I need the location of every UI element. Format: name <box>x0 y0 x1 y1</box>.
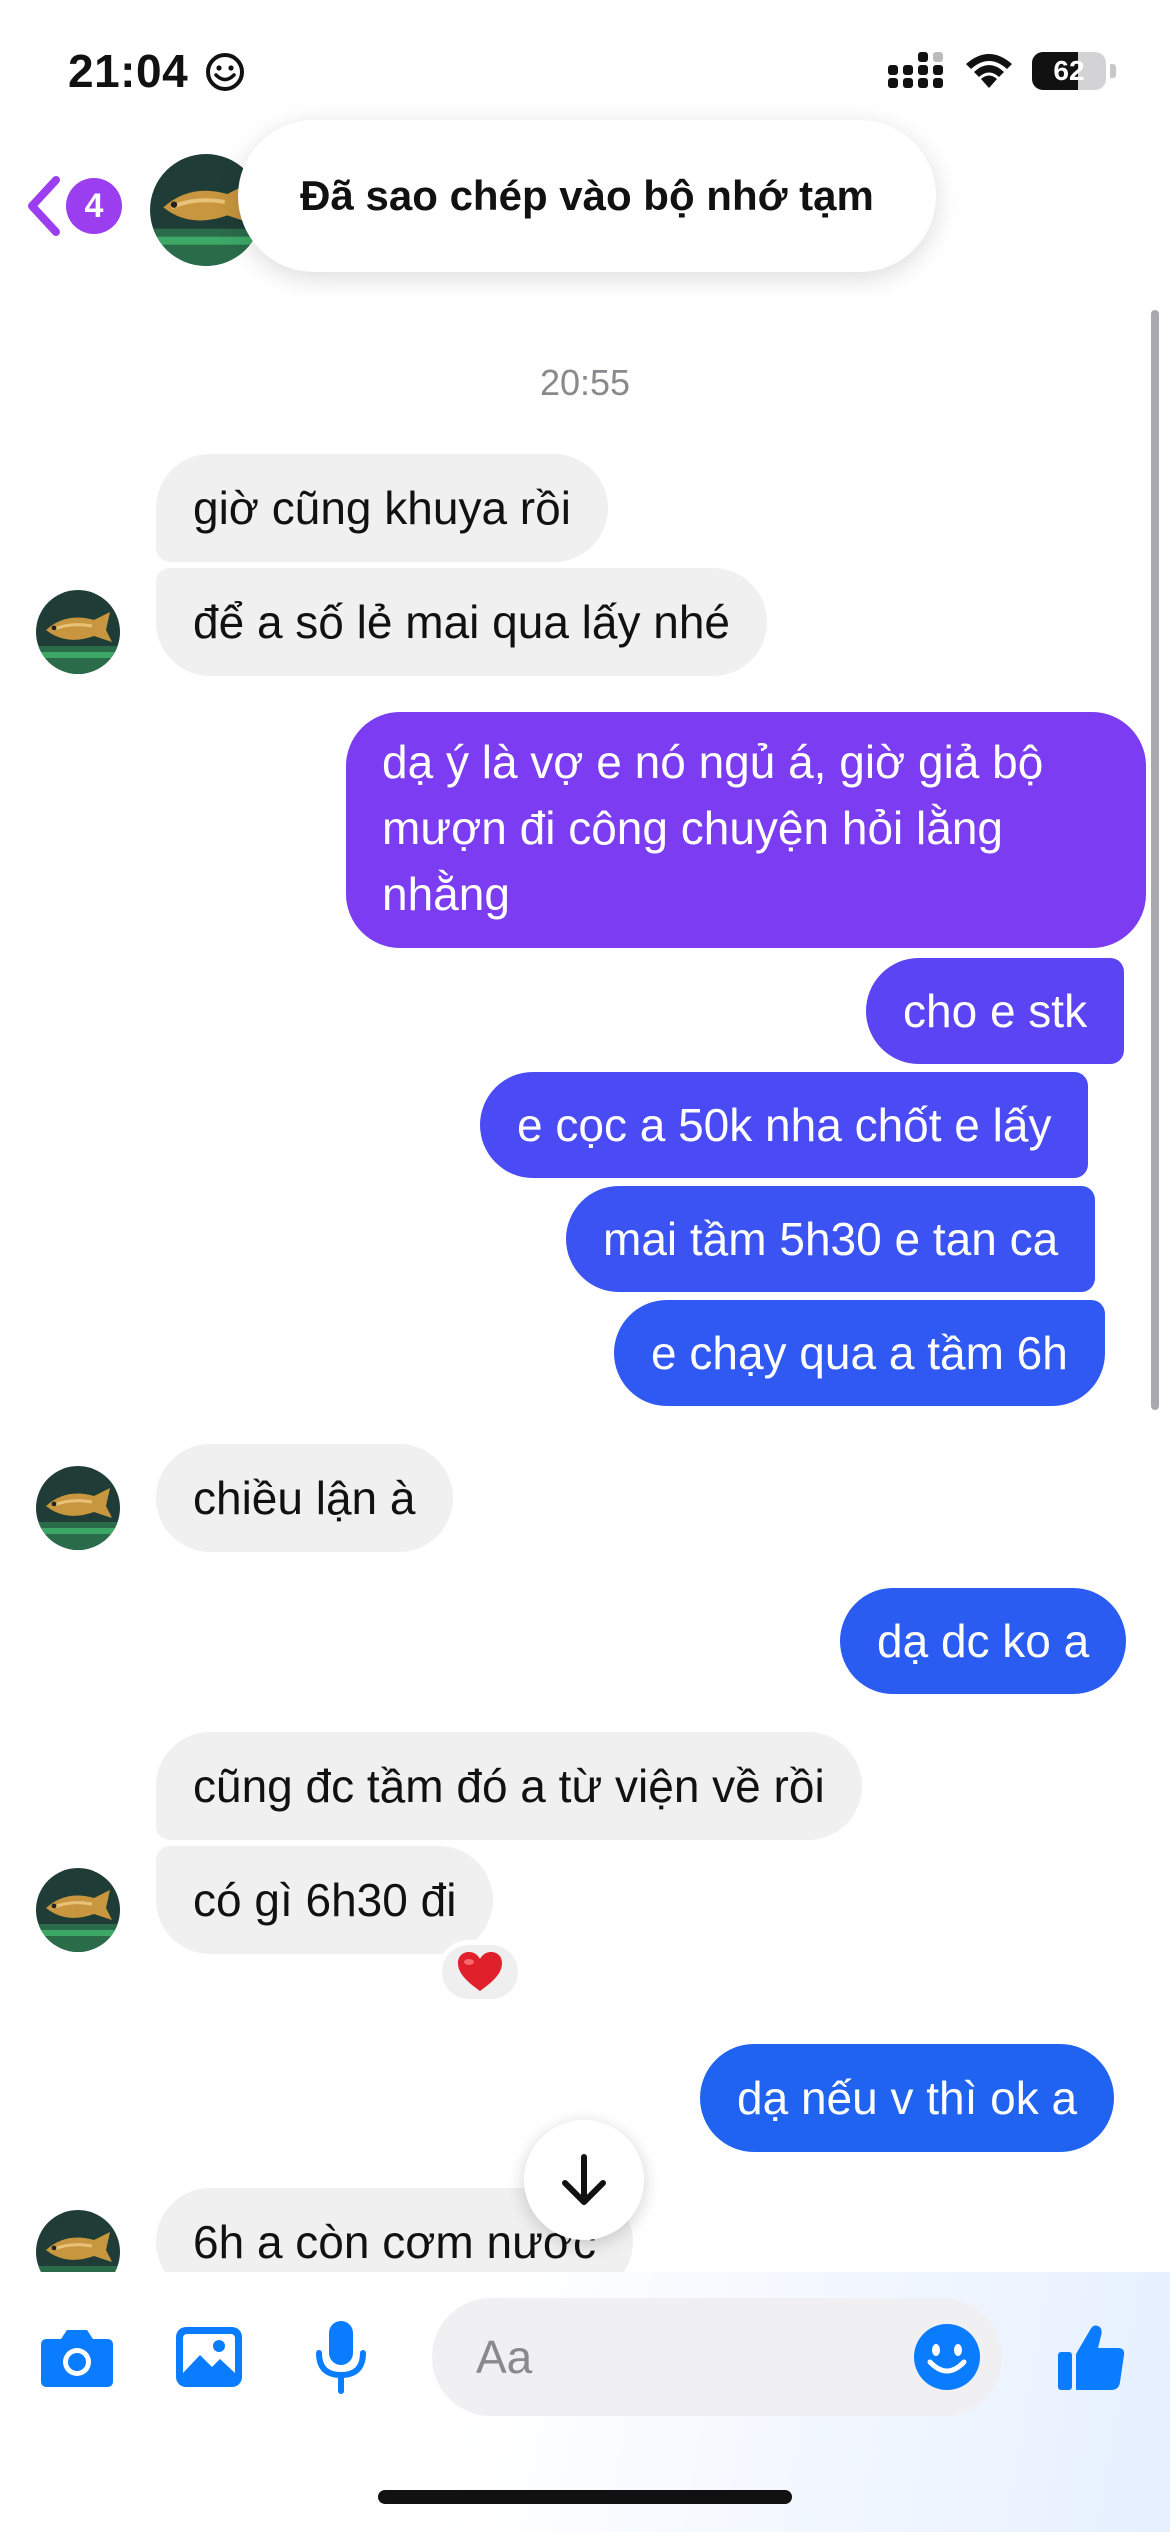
image-icon <box>176 2327 242 2387</box>
outgoing-message[interactable]: dạ nếu v thì ok a <box>700 2044 1115 2152</box>
unread-count-badge: 4 <box>66 178 122 234</box>
scroll-to-bottom-button[interactable] <box>524 2120 644 2240</box>
smiley-status-icon <box>206 53 244 91</box>
message-text: 6h a còn cơm nước <box>193 2216 597 2268</box>
message-text: có gì 6h30 đi <box>193 1874 457 1926</box>
message-text: e cọc a 50k nha chốt e lấy <box>517 1099 1052 1151</box>
message-text: dạ dc ko a <box>877 1615 1090 1667</box>
incoming-message[interactable]: cũng đc tầm đó a từ viện về rồi <box>156 1732 862 1840</box>
message-text-line: nhằng <box>382 868 510 920</box>
gallery-button[interactable] <box>164 2312 254 2402</box>
camera-button[interactable] <box>32 2312 122 2402</box>
outgoing-message[interactable]: mai tầm 5h30 e tan ca <box>566 1186 1096 1292</box>
message-text-line: dạ ý là vợ e nó ngủ á, giờ giả bộ <box>382 736 1043 788</box>
message-text: giờ cũng khuya rồi <box>193 482 571 534</box>
back-button[interactable]: 4 <box>24 174 122 238</box>
incoming-message[interactable]: có gì 6h30 đi <box>156 1846 494 1954</box>
chevron-left-icon <box>28 176 60 236</box>
emoji-icon[interactable] <box>912 2322 982 2392</box>
message-timestamp: 20:55 <box>539 362 631 403</box>
contact-avatar-small[interactable] <box>36 1868 120 1952</box>
outgoing-message[interactable]: e chạy qua a tầm 6h <box>614 1300 1105 1406</box>
voice-message-button[interactable] <box>296 2312 386 2402</box>
incoming-message[interactable]: để a số lẻ mai qua lấy nhé <box>156 568 768 676</box>
status-time: 21:04 <box>68 45 189 97</box>
battery-icon: 62 <box>1032 52 1106 90</box>
message-input[interactable] <box>476 2298 876 2416</box>
battery-cap <box>1110 64 1116 78</box>
message-text: mai tầm 5h30 e tan ca <box>603 1213 1059 1265</box>
message-text: để a số lẻ mai qua lấy nhé <box>193 596 731 648</box>
outgoing-message[interactable]: dạ dc ko a <box>840 1588 1127 1694</box>
message-input-container <box>432 2298 1002 2416</box>
message-text-line: mượn đi công chuyện hỏi lằng <box>382 802 1003 854</box>
outgoing-message[interactable]: dạ ý là vợ e nó ngủ á, giờ giả bộ mượn đ… <box>346 712 1146 948</box>
status-indicators: 62 <box>888 52 1116 90</box>
microphone-icon <box>316 2321 366 2394</box>
like-button[interactable] <box>1046 2312 1136 2402</box>
message-text: dạ nếu v thì ok a <box>737 2072 1078 2124</box>
home-indicator[interactable] <box>378 2490 792 2504</box>
outgoing-message[interactable]: e cọc a 50k nha chốt e lấy <box>480 1072 1089 1178</box>
camera-icon <box>41 2330 113 2387</box>
message-text: cũng đc tầm đó a từ viện về rồi <box>193 1760 825 1812</box>
cellular-signal-icon <box>888 52 943 88</box>
incoming-message[interactable]: giờ cũng khuya rồi <box>156 454 608 562</box>
message-reaction[interactable] <box>437 1940 523 2004</box>
battery-level: 62 <box>1053 55 1085 86</box>
message-text: e chạy qua a tầm 6h <box>651 1327 1068 1379</box>
arrow-down-icon <box>562 2154 606 2205</box>
contact-avatar-small[interactable] <box>36 1466 120 1550</box>
scrollbar[interactable] <box>1151 310 1159 1410</box>
thumbs-up-icon <box>1058 2325 1125 2390</box>
incoming-message[interactable]: chiều lận à <box>156 1444 453 1552</box>
outgoing-message[interactable]: cho e stk <box>866 958 1125 1064</box>
contact-avatar-small[interactable] <box>36 590 120 674</box>
message-text: chiều lận à <box>193 1472 416 1524</box>
message-text: cho e stk <box>903 985 1088 1037</box>
wifi-icon <box>966 54 1012 88</box>
copied-to-clipboard-toast: Đã sao chép vào bộ nhớ tạm <box>238 120 936 272</box>
red-heart-icon <box>458 1952 502 1991</box>
